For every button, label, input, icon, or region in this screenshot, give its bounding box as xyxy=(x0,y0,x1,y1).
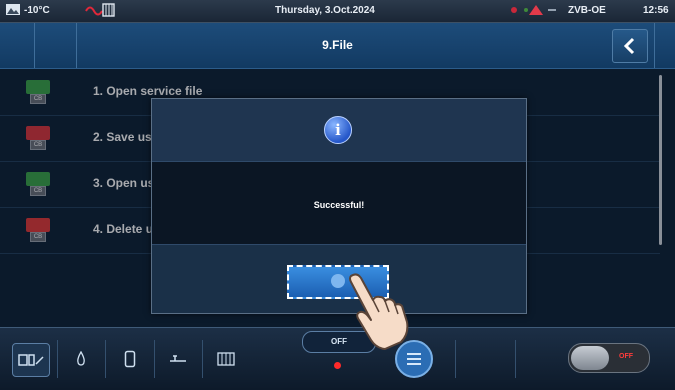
page-title: 9.File xyxy=(322,38,353,52)
toolbar-divider xyxy=(515,340,516,378)
power-toggle[interactable]: OFF xyxy=(568,343,650,373)
toolbar-divider xyxy=(202,340,203,378)
weather-icon xyxy=(6,4,20,15)
info-dialog: i Successful! xyxy=(151,98,527,314)
mixing-valve-button[interactable] xyxy=(160,343,196,375)
toolbar-divider xyxy=(154,340,155,378)
status-bar: -10°C Thursday, 3.Oct.2024 ZVB-OE 12:56 xyxy=(0,0,675,23)
radiator-icon xyxy=(217,352,235,366)
boiler-button[interactable] xyxy=(112,343,148,375)
toolbar-divider xyxy=(455,340,456,378)
dhw-button[interactable] xyxy=(63,343,99,375)
toggle-knob xyxy=(571,346,609,370)
date-text: Thursday, 3.Oct.2024 xyxy=(275,5,375,16)
dialog-message: Successful! xyxy=(313,200,365,210)
back-button[interactable] xyxy=(612,29,648,63)
heating-status-icon xyxy=(85,3,115,20)
device-name: ZVB-OE xyxy=(568,5,606,16)
toolbar-divider xyxy=(57,340,58,378)
radiator-button[interactable] xyxy=(208,343,244,375)
pointing-hand-icon xyxy=(349,273,409,350)
info-icon: i xyxy=(324,116,352,144)
toolbar-divider xyxy=(105,340,106,378)
valve-icon xyxy=(170,355,186,362)
power-indicator-icon xyxy=(334,362,341,369)
chevron-left-icon xyxy=(623,37,635,55)
water-drop-icon xyxy=(77,351,85,366)
dialog-header: i xyxy=(152,99,526,162)
auto-mode-icon xyxy=(18,354,44,366)
toggle-state-label: OFF xyxy=(619,353,633,360)
clock: 12:56 xyxy=(643,5,669,16)
boiler-icon xyxy=(124,350,136,368)
auto-mode-button[interactable] xyxy=(12,343,50,377)
page-header: 9.File xyxy=(0,23,675,69)
header-divider xyxy=(654,23,655,68)
outdoor-temperature: -10°C xyxy=(24,5,50,16)
alarm-indicator-icon xyxy=(510,3,560,20)
dialog-footer xyxy=(152,244,526,313)
